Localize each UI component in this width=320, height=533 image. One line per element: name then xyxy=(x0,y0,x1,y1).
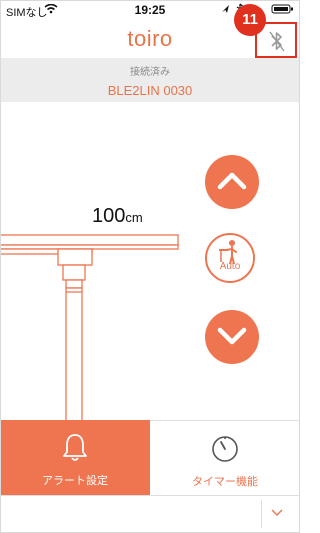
chevron-down-small-icon xyxy=(271,509,283,516)
expand-button[interactable] xyxy=(261,500,292,528)
lower-desk-button[interactable] xyxy=(205,310,259,364)
step-badge: 11 xyxy=(234,4,266,36)
timer-icon xyxy=(212,436,238,462)
bottom-bar xyxy=(0,495,300,533)
tab-alert-settings[interactable]: アラート設定 xyxy=(0,420,150,495)
connection-state: 接続済み xyxy=(130,67,170,78)
bluetooth-icon xyxy=(269,31,285,52)
bell-icon xyxy=(63,434,87,461)
tab-timer-label: タイマー機能 xyxy=(192,476,258,488)
desk-illustration xyxy=(0,234,179,425)
device-name: BLE2LIN 0030 xyxy=(107,83,193,98)
chevron-up-icon xyxy=(217,172,247,190)
raise-desk-button[interactable] xyxy=(205,155,259,209)
connection-panel: 接続済み BLE2LIN 0030 xyxy=(0,58,300,102)
auto-label: Auto xyxy=(219,261,241,272)
chevron-down-icon xyxy=(217,327,247,345)
auto-mode-button[interactable]: Auto xyxy=(205,233,255,283)
tab-timer[interactable]: タイマー機能 xyxy=(150,420,300,495)
tab-alert-label: アラート設定 xyxy=(42,475,108,487)
